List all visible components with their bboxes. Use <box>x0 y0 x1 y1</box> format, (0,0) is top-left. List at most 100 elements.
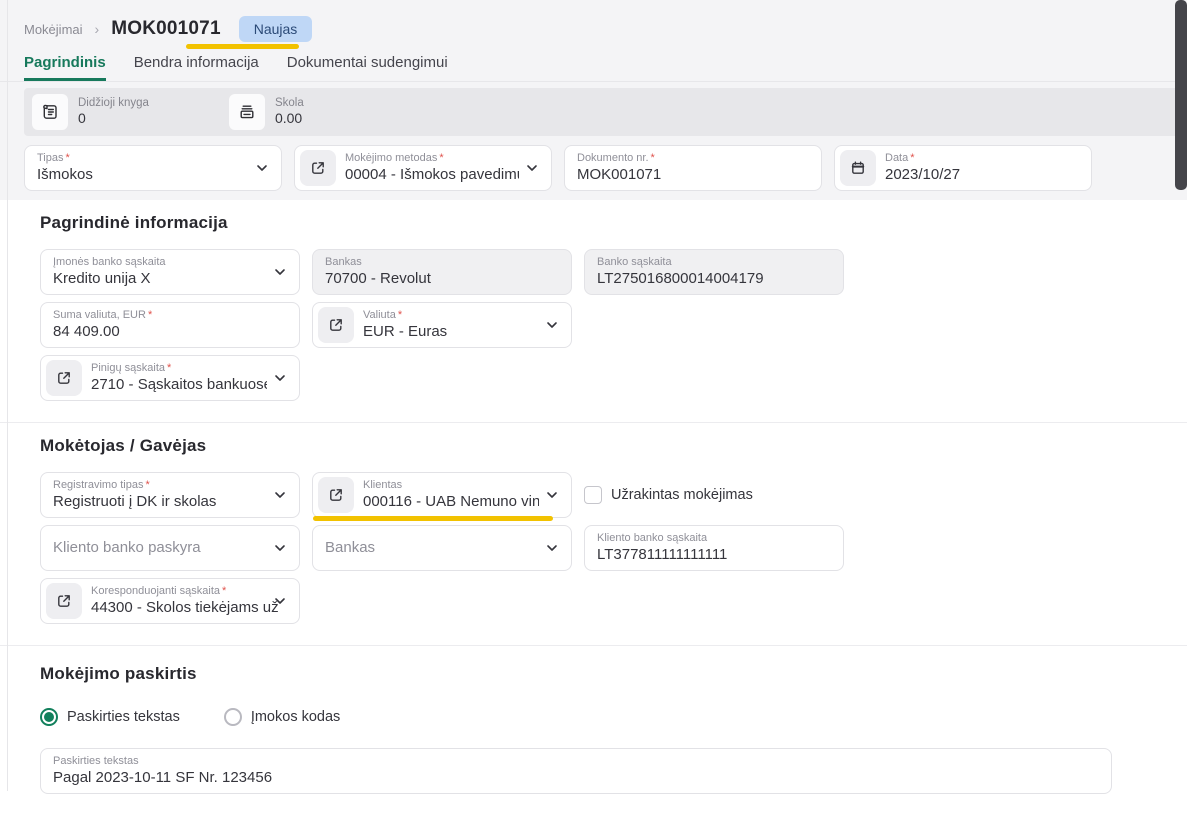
field-value: 00004 - Išmokos pavedimu <box>345 165 519 185</box>
tab-bendra-informacija[interactable]: Bendra informacija <box>134 54 259 81</box>
field-label: Banko sąskaita <box>597 255 831 269</box>
paskirties-tekstas-input[interactable]: Paskirties tekstas Pagal 2023-10-11 SF N… <box>40 748 1112 794</box>
field-label: Įmonės banko sąskaita <box>53 255 267 269</box>
field-label: Valiuta* <box>363 308 539 322</box>
highlight-underline-badge <box>186 44 299 49</box>
field-label: Data* <box>885 151 1079 165</box>
section-moketojas-gavejas: Mokėtojas / Gavėjas Registravimo tipas* … <box>0 423 1187 645</box>
chevron-down-icon <box>273 594 287 608</box>
field-value: 44300 - Skolos tiekėjams už prekė <box>91 598 279 618</box>
summary-label: Skola <box>275 96 304 110</box>
field-label: Koresponduojanti sąskaita* <box>91 584 279 598</box>
field-placeholder: Kliento banko paskyra <box>53 538 267 558</box>
klientas-select[interactable]: Klientas 000116 - UAB Nemuno vingis <box>312 472 572 518</box>
bankas-select[interactable]: Bankas <box>312 525 572 571</box>
ledger-icon <box>32 94 68 130</box>
section-pagrindine-informacija: Pagrindinė informacija Įmonės banko sąsk… <box>0 200 1187 422</box>
external-link-icon[interactable] <box>318 477 354 513</box>
external-link-icon[interactable] <box>46 360 82 396</box>
field-value: Registruoti į DK ir skolas <box>53 492 267 512</box>
highlight-underline-klientas <box>313 516 553 521</box>
field-value: 84 409.00 <box>53 322 287 342</box>
page-title: MOK001071 <box>111 18 221 40</box>
field-label: Dokumento nr.* <box>577 151 809 165</box>
chevron-down-icon <box>273 265 287 279</box>
pinigu-saskaita-select[interactable]: Pinigų sąskaita* 2710 - Sąskaitos bankuo… <box>40 355 300 401</box>
radio-unselected-icon[interactable] <box>224 708 242 726</box>
field-value: Išmokos <box>37 165 249 185</box>
registravimo-tipas-select[interactable]: Registravimo tipas* Registruoti į DK ir … <box>40 472 300 518</box>
checkbox-label: Užrakintas mokėjimas <box>611 487 753 503</box>
external-link-icon[interactable] <box>300 150 336 186</box>
field-label: Klientas <box>363 478 539 492</box>
field-placeholder: Bankas <box>325 538 539 558</box>
uzrakintas-mokejimas-checkbox[interactable]: Užrakintas mokėjimas <box>584 472 753 518</box>
chevron-down-icon <box>545 318 559 332</box>
field-value: EUR - Euras <box>363 322 539 342</box>
summary-item-ledger[interactable]: Didžioji knyga 0 <box>32 94 149 130</box>
field-value: LT275016800014004179 <box>597 269 831 289</box>
panel-edge-line <box>7 0 8 791</box>
field-label: Tipas* <box>37 151 249 165</box>
summary-bar: Didžioji knyga 0 Skola 0.00 <box>24 88 1187 136</box>
summary-value: 0.00 <box>275 110 304 128</box>
checkbox-icon[interactable] <box>584 486 602 504</box>
bankas-readonly-field: Bankas 70700 - Revolut <box>312 249 572 295</box>
field-label: Pinigų sąskaita* <box>91 361 267 375</box>
chevron-down-icon <box>525 161 539 175</box>
field-label: Kliento banko sąskaita <box>597 531 831 545</box>
scrollbar-thumb[interactable] <box>1175 0 1187 190</box>
data-datepicker[interactable]: Data* 2023/10/27 <box>834 145 1092 191</box>
chevron-down-icon <box>545 488 559 502</box>
imones-banko-saskaita-select[interactable]: Įmonės banko sąskaita Kredito unija X <box>40 249 300 295</box>
radio-selected-icon[interactable] <box>40 708 58 726</box>
status-badge: Naujas <box>239 16 313 42</box>
calendar-icon[interactable] <box>840 150 876 186</box>
radio-label: Įmokos kodas <box>251 709 340 725</box>
chevron-down-icon <box>255 161 269 175</box>
radio-label: Paskirties tekstas <box>67 709 180 725</box>
summary-item-debt[interactable]: Skola 0.00 <box>229 94 304 130</box>
external-link-icon[interactable] <box>46 583 82 619</box>
external-link-icon[interactable] <box>318 307 354 343</box>
chevron-down-icon <box>545 541 559 555</box>
field-value: Pagal 2023-10-11 SF Nr. 123456 <box>53 768 1099 788</box>
tab-bar: Pagrindinis Bendra informacija Dokumenta… <box>0 54 1187 82</box>
section-title: Mokėjimo paskirtis <box>40 664 1163 684</box>
section-title: Pagrindinė informacija <box>40 213 1163 233</box>
summary-value: 0 <box>78 110 149 128</box>
chevron-down-icon <box>273 371 287 385</box>
tab-dokumentai-sudengimui[interactable]: Dokumentai sudengimui <box>287 54 448 81</box>
valiuta-select[interactable]: Valiuta* EUR - Euras <box>312 302 572 348</box>
field-value: 2710 - Sąskaitos bankuose <box>91 375 267 395</box>
dokumento-nr-input[interactable]: Dokumento nr.* MOK001071 <box>564 145 822 191</box>
field-label: Suma valiuta, EUR* <box>53 308 287 322</box>
breadcrumb-parent-link[interactable]: Mokėjimai <box>24 22 83 37</box>
kliento-banko-paskyra-select[interactable]: Kliento banko paskyra <box>40 525 300 571</box>
field-value: LT377811111111111 <box>597 545 831 565</box>
radio-paskirties-tekstas[interactable]: Paskirties tekstas <box>40 708 180 726</box>
tipas-select[interactable]: Tipas* Išmokos <box>24 145 282 191</box>
koresponduojanti-saskaita-select[interactable]: Koresponduojanti sąskaita* 44300 - Skolo… <box>40 578 300 624</box>
purpose-radio-group: Paskirties tekstas Įmokos kodas <box>40 708 1163 726</box>
breadcrumb: Mokėjimai › MOK001071 Naujas <box>0 0 1187 42</box>
form-content: Pagrindinė informacija Įmonės banko sąsk… <box>0 200 1187 815</box>
section-title: Mokėtojas / Gavėjas <box>40 436 1163 456</box>
printer-icon <box>229 94 265 130</box>
banko-saskaita-readonly-field: Banko sąskaita LT275016800014004179 <box>584 249 844 295</box>
field-label: Mokėjimo metodas* <box>345 151 519 165</box>
header-fields-row: Tipas* Išmokos Mokėjimo metodas* 00004 -… <box>24 145 1187 191</box>
field-label: Bankas <box>325 255 559 269</box>
chevron-down-icon <box>273 541 287 555</box>
field-label: Registravimo tipas* <box>53 478 267 492</box>
kliento-banko-saskaita-input[interactable]: Kliento banko sąskaita LT377811111111111 <box>584 525 844 571</box>
breadcrumb-separator: › <box>95 21 100 37</box>
suma-valiuta-input[interactable]: Suma valiuta, EUR* 84 409.00 <box>40 302 300 348</box>
radio-imokos-kodas[interactable]: Įmokos kodas <box>224 708 340 726</box>
chevron-down-icon <box>273 488 287 502</box>
field-value: 2023/10/27 <box>885 165 1079 185</box>
mokejimo-metodas-select[interactable]: Mokėjimo metodas* 00004 - Išmokos pavedi… <box>294 145 552 191</box>
tab-pagrindinis[interactable]: Pagrindinis <box>24 54 106 81</box>
field-value: MOK001071 <box>577 165 809 185</box>
field-value: Kredito unija X <box>53 269 267 289</box>
